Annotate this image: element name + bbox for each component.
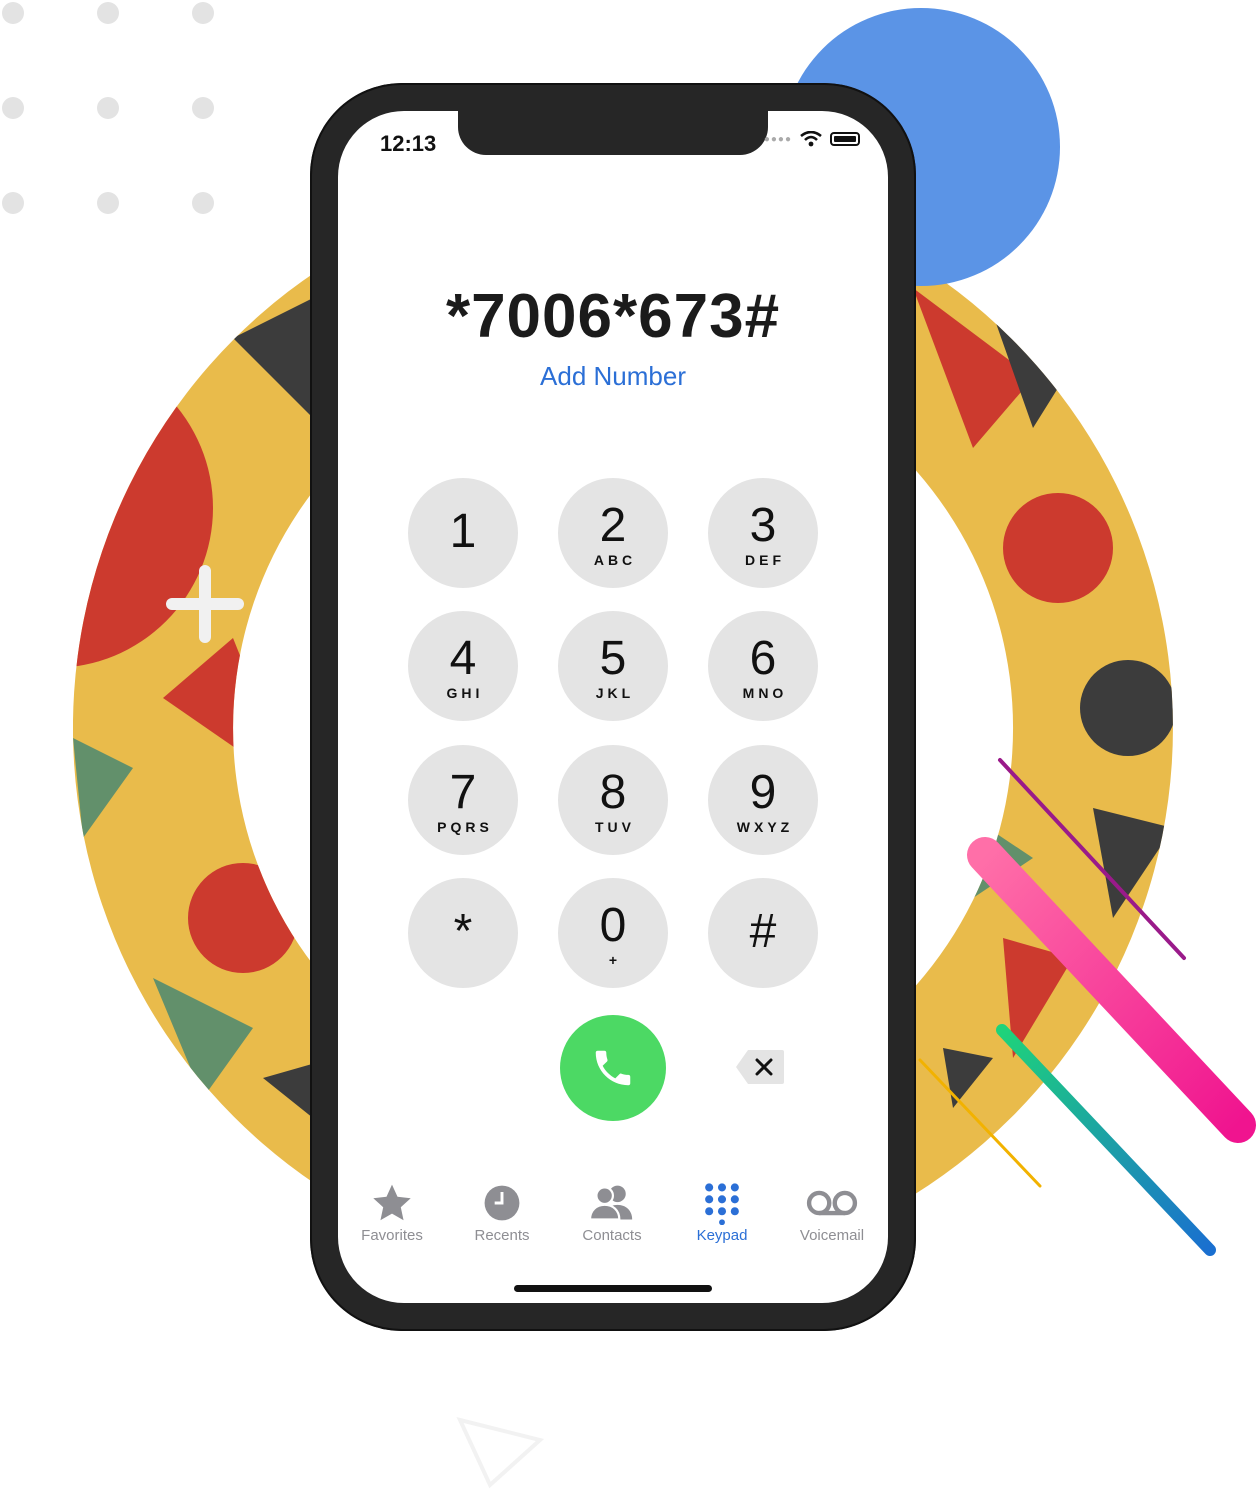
tab-keypad[interactable]: Keypad	[672, 1181, 772, 1244]
phone-frame: 12:13 ●●●● *7006*673# Add Number 1 2 ABC	[310, 83, 916, 1331]
key-5[interactable]: 5 JKL	[558, 611, 668, 721]
backspace-icon[interactable]	[734, 1048, 786, 1086]
battery-icon	[830, 132, 860, 146]
tab-recents[interactable]: Recents	[452, 1181, 552, 1244]
key-9[interactable]: 9 WXYZ	[708, 745, 818, 855]
add-number-link[interactable]: Add Number	[338, 361, 888, 392]
phone-icon	[595, 1050, 631, 1086]
tab-contacts[interactable]: Contacts	[562, 1181, 662, 1244]
key-star[interactable]: *	[408, 878, 518, 988]
status-icons: ●●●●	[764, 131, 860, 147]
status-time: 12:13	[380, 131, 437, 156]
notch	[458, 111, 768, 155]
key-2[interactable]: 2 ABC	[558, 478, 668, 588]
keypad-icon	[672, 1181, 772, 1226]
contacts-icon	[562, 1181, 662, 1225]
key-1[interactable]: 1	[408, 478, 518, 588]
star-icon	[342, 1181, 442, 1225]
wifi-icon	[800, 131, 822, 147]
faint-logo-mark	[456, 1417, 545, 1489]
signal-icon: ●●●●	[763, 133, 792, 145]
key-0[interactable]: 0 +	[558, 878, 668, 988]
tab-bar: Favorites Recents Contacts Keypad Voicem…	[338, 1181, 888, 1261]
key-4[interactable]: 4 GHI	[408, 611, 518, 721]
call-button[interactable]	[560, 1015, 666, 1121]
tab-voicemail[interactable]: Voicemail	[782, 1181, 882, 1244]
voicemail-icon	[782, 1181, 882, 1225]
clock-icon	[452, 1181, 552, 1225]
dialed-number: *7006*673#	[445, 282, 781, 351]
key-6[interactable]: 6 MNO	[708, 611, 818, 721]
tab-favorites[interactable]: Favorites	[342, 1181, 442, 1244]
phone-screen: 12:13 ●●●● *7006*673# Add Number 1 2 ABC	[338, 111, 888, 1303]
key-3[interactable]: 3 DEF	[708, 478, 818, 588]
key-8[interactable]: 8 TUV	[558, 745, 668, 855]
home-indicator[interactable]	[514, 1285, 712, 1292]
key-7[interactable]: 7 PQRS	[408, 745, 518, 855]
key-hash[interactable]: #	[708, 878, 818, 988]
